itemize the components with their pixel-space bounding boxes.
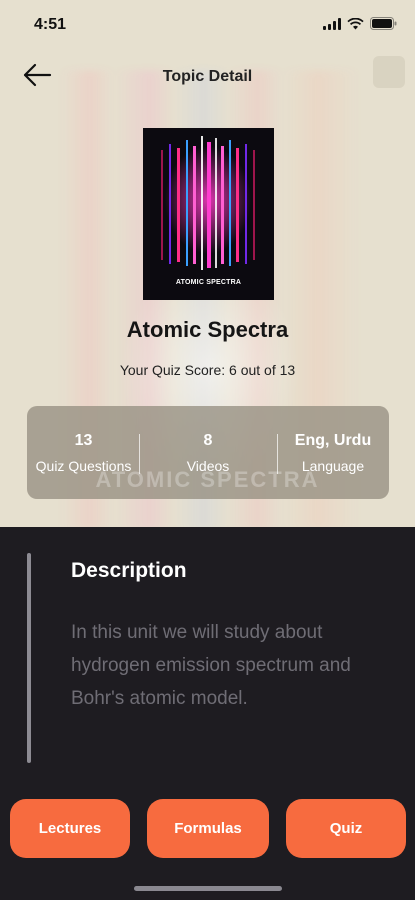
home-indicator[interactable] xyxy=(134,886,282,891)
wifi-icon xyxy=(347,17,364,29)
battery-icon xyxy=(370,17,397,30)
stat-value: 13 xyxy=(74,432,93,449)
status-bar: 4:51 xyxy=(0,0,415,50)
status-icons xyxy=(323,17,397,30)
page-title: Topic Detail xyxy=(162,68,253,85)
formulas-button[interactable]: Formulas xyxy=(147,799,269,858)
lectures-button[interactable]: Lectures xyxy=(10,799,130,858)
description-text: In this unit we will study about hydroge… xyxy=(71,622,351,709)
topic-cover-image: ATOMIC SPECTRA xyxy=(143,128,274,300)
stat-value: Eng, Urdu xyxy=(294,432,372,449)
signal-icon xyxy=(323,17,341,30)
quiz-button[interactable]: Quiz xyxy=(286,799,406,858)
description-accent-bar xyxy=(27,553,31,763)
topic-title: Atomic Spectra xyxy=(126,317,289,342)
background-watermark: ATOMIC SPECTRA xyxy=(95,467,320,492)
cover-caption: ATOMIC SPECTRA xyxy=(175,279,242,286)
stat-value: 8 xyxy=(203,432,213,449)
status-time: 4:51 xyxy=(34,16,67,33)
quiz-score: Your Quiz Score: 6 out of 13 xyxy=(119,362,296,378)
header-placeholder-icon xyxy=(373,56,405,88)
description-title: Description xyxy=(71,559,187,582)
topic-header-area: 4:51 Topic Detail ATOMIC SPECTRA Atomic … xyxy=(0,0,415,527)
spectrum-art xyxy=(143,128,274,300)
